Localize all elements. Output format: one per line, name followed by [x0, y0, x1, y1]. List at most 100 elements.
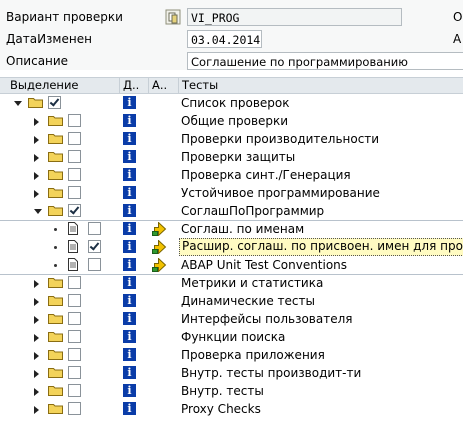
- tree-leaf-bullet: [54, 228, 57, 231]
- selection-checkbox[interactable]: [68, 114, 81, 127]
- info-icon[interactable]: i: [123, 132, 136, 145]
- info-icon[interactable]: i: [123, 312, 136, 325]
- folder-icon: [28, 97, 43, 108]
- selection-checkbox[interactable]: [68, 150, 81, 163]
- column-d[interactable]: Д..: [119, 78, 148, 93]
- info-icon[interactable]: i: [123, 258, 136, 271]
- folder-icon: [48, 385, 63, 396]
- expand-node-icon[interactable]: [34, 172, 39, 180]
- tree-row[interactable]: i Общие проверки: [0, 112, 463, 130]
- maintain-attributes-icon[interactable]: [152, 257, 167, 273]
- tree-row[interactable]: i Proxy Checks: [0, 400, 463, 418]
- tree-row[interactable]: i Расшир. соглаш. по присвоен. имен для п…: [0, 238, 463, 256]
- tree-row-label: Проверки производительности: [181, 132, 380, 146]
- selection-checkbox[interactable]: [68, 186, 81, 199]
- expand-node-icon[interactable]: [34, 154, 39, 162]
- expand-node-icon[interactable]: [34, 370, 39, 378]
- tree-row-label: Внутр. тесты производит-ти: [181, 366, 362, 380]
- info-icon[interactable]: i: [123, 366, 136, 379]
- tree-row[interactable]: i Внутр. тесты: [0, 382, 463, 400]
- document-icon: [68, 258, 78, 271]
- selection-checkbox[interactable]: [68, 294, 81, 307]
- column-selection[interactable]: Выделение: [0, 78, 119, 93]
- column-a[interactable]: А..: [148, 78, 178, 93]
- info-icon[interactable]: i: [123, 294, 136, 307]
- tree-row-label: СоглашПоПрограммир: [181, 204, 325, 218]
- tree-row[interactable]: i ABAP Unit Test Conventions: [0, 256, 463, 274]
- selection-checkbox[interactable]: [48, 96, 61, 109]
- selection-checkbox[interactable]: [68, 132, 81, 145]
- selection-checkbox[interactable]: [68, 348, 81, 361]
- tree-row[interactable]: i Динамические тесты: [0, 292, 463, 310]
- check-mark-icon: [89, 240, 100, 251]
- tree-row[interactable]: i СоглашПоПрограммир: [0, 202, 463, 220]
- tree-row-label: Список проверок: [181, 96, 290, 110]
- maintain-attributes-icon[interactable]: [152, 239, 167, 255]
- selection-checkbox[interactable]: [68, 276, 81, 289]
- expand-node-icon[interactable]: [34, 334, 39, 342]
- info-icon[interactable]: i: [123, 222, 136, 235]
- variant-field[interactable]: VI_PROG: [187, 8, 402, 26]
- info-icon[interactable]: i: [123, 330, 136, 343]
- selection-checkbox[interactable]: [68, 402, 81, 415]
- expand-node-icon[interactable]: [34, 136, 39, 144]
- info-icon[interactable]: i: [123, 276, 136, 289]
- tree-row-label: Динамические тесты: [181, 294, 315, 308]
- folder-icon: [48, 349, 63, 360]
- info-icon[interactable]: i: [123, 96, 136, 109]
- description-field[interactable]: Соглашение по программированию: [187, 52, 463, 70]
- expand-node-icon[interactable]: [34, 316, 39, 324]
- right-edge-label-1: О: [453, 10, 463, 24]
- info-icon[interactable]: i: [123, 186, 136, 199]
- tree-row[interactable]: i Интерфейсы пользователя: [0, 310, 463, 328]
- tree-row[interactable]: i Проверки производительности: [0, 130, 463, 148]
- selection-checkbox[interactable]: [68, 366, 81, 379]
- info-icon[interactable]: i: [123, 204, 136, 217]
- tree-row[interactable]: i Соглаш. по именам: [0, 220, 463, 238]
- info-icon[interactable]: i: [123, 150, 136, 163]
- tree-row-label: Интерфейсы пользователя: [181, 312, 353, 326]
- maintain-attributes-icon[interactable]: [152, 221, 167, 237]
- folder-icon: [48, 169, 63, 180]
- info-icon[interactable]: i: [123, 240, 136, 253]
- selection-checkbox[interactable]: [68, 312, 81, 325]
- tree-row[interactable]: i Устойчивое программирование: [0, 184, 463, 202]
- expand-node-icon[interactable]: [34, 388, 39, 396]
- tree-row[interactable]: i Проверка приложения: [0, 346, 463, 364]
- selection-checkbox[interactable]: [88, 240, 101, 253]
- tree-row-label: Проверки защиты: [181, 150, 296, 164]
- expand-node-icon[interactable]: [34, 118, 39, 126]
- tree-row[interactable]: i Список проверок: [0, 94, 463, 112]
- expand-node-icon[interactable]: [34, 190, 39, 198]
- info-icon[interactable]: i: [123, 348, 136, 361]
- check-mark-icon: [49, 96, 60, 107]
- tree-column-header: Выделение Д.. А.. Тесты: [0, 77, 463, 94]
- collapse-node-icon[interactable]: [14, 101, 22, 106]
- selection-checkbox[interactable]: [68, 168, 81, 181]
- expand-node-icon[interactable]: [34, 352, 39, 360]
- selection-checkbox[interactable]: [88, 222, 101, 235]
- selection-checkbox[interactable]: [68, 384, 81, 397]
- folder-icon: [48, 331, 63, 342]
- expand-node-icon[interactable]: [34, 280, 39, 288]
- expand-node-icon[interactable]: [34, 406, 39, 414]
- tree-row[interactable]: i Проверка синт./Генерация: [0, 166, 463, 184]
- selection-checkbox[interactable]: [68, 330, 81, 343]
- info-icon[interactable]: i: [123, 384, 136, 397]
- expand-node-icon[interactable]: [34, 298, 39, 306]
- info-icon[interactable]: i: [123, 402, 136, 415]
- tree-row[interactable]: i Внутр. тесты производит-ти: [0, 364, 463, 382]
- selection-checkbox[interactable]: [88, 258, 101, 271]
- collapse-node-icon[interactable]: [34, 209, 42, 214]
- copy-icon[interactable]: [165, 9, 181, 25]
- column-tests[interactable]: Тесты: [178, 78, 463, 93]
- selection-checkbox[interactable]: [68, 204, 81, 217]
- right-edge-label-2: А: [453, 32, 462, 46]
- info-icon[interactable]: i: [123, 168, 136, 181]
- changed-field[interactable]: 03.04.2014: [187, 30, 262, 48]
- tree-row[interactable]: i Проверки защиты: [0, 148, 463, 166]
- info-icon[interactable]: i: [123, 114, 136, 127]
- tree-row[interactable]: i Функции поиска: [0, 328, 463, 346]
- tree-row[interactable]: i Метрики и статистика: [0, 274, 463, 292]
- variant-label: Вариант проверки: [6, 10, 123, 24]
